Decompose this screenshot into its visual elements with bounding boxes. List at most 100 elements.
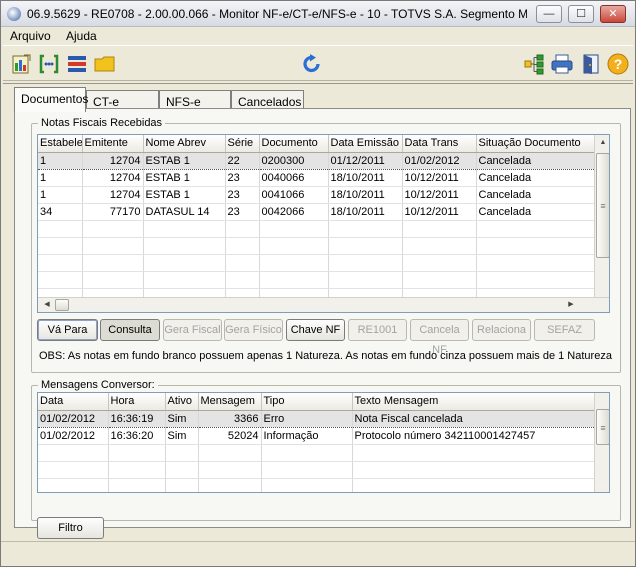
col-nome-abrev[interactable]: Nome Abrev	[143, 135, 226, 153]
cell: Informação	[261, 427, 353, 445]
cell: 1	[38, 151, 83, 170]
menu-arquivo[interactable]: Arquivo	[10, 29, 51, 43]
re1001-button[interactable]: RE1001	[348, 319, 407, 341]
scroll-up-arrow-icon[interactable]: ▲	[596, 137, 609, 149]
cell: 0040066	[259, 169, 329, 187]
cancela-nf-button[interactable]: Cancela NF	[410, 319, 469, 356]
mensagens-vertical-scrollbar[interactable]: ≡	[594, 393, 609, 492]
empty-row	[38, 237, 595, 255]
obs-note: OBS: As notas em fundo branco possuem ap…	[39, 350, 612, 362]
cell: 22	[225, 151, 260, 170]
cell: 12704	[82, 151, 144, 170]
cell: 12704	[82, 169, 144, 187]
cell: 0041066	[259, 186, 329, 204]
report-icon[interactable]	[11, 53, 33, 75]
table-row[interactable]: 1 12704 ESTAB 1 22 0200300 01/12/2011 01…	[38, 151, 595, 170]
empty-row	[38, 220, 595, 238]
col-texto-mensagem[interactable]: Texto Mensagem	[352, 393, 595, 411]
cell: Erro	[261, 409, 353, 428]
scroll-left-arrow-icon[interactable]: ◀	[40, 299, 54, 311]
cell: 18/10/2011	[328, 169, 403, 187]
chave-nf-button[interactable]: Chave NF	[286, 319, 345, 341]
col-serie[interactable]: Série	[225, 135, 260, 153]
scroll-thumb[interactable]	[55, 299, 69, 311]
col-mensagem[interactable]: Mensagem	[198, 393, 262, 411]
notas-header-row: Estabelec Emitente Nome Abrev Série Docu…	[38, 135, 595, 153]
refresh-icon[interactable]	[301, 53, 323, 75]
cell: 1	[38, 186, 83, 204]
cell: 16:36:20	[108, 427, 166, 445]
gera-fiscal-button[interactable]: Gera Fiscal	[163, 319, 222, 341]
cell: 10/12/2011	[402, 186, 477, 204]
cell: 34	[38, 203, 83, 221]
cell: 16:36:19	[108, 409, 166, 428]
main-window: 06.9.5629 - RE0708 - 2.00.00.066 - Monit…	[0, 0, 636, 567]
cell: Cancelada	[476, 186, 595, 204]
cell: ESTAB 1	[143, 169, 226, 187]
col-data-trans[interactable]: Data Trans	[402, 135, 477, 153]
printer-icon[interactable]	[551, 53, 573, 75]
tab-documentos[interactable]: Documentos	[14, 87, 88, 112]
notas-horizontal-scrollbar[interactable]: ◀ ▶	[38, 297, 609, 312]
scroll-thumb[interactable]: ≡	[596, 153, 609, 258]
maximize-button[interactable]: ☐	[568, 5, 594, 23]
empty-row	[38, 461, 595, 479]
table-row[interactable]: 01/02/2012 16:36:19 Sim 3366 Erro Nota F…	[38, 409, 595, 428]
col-documento[interactable]: Documento	[259, 135, 329, 153]
col-data[interactable]: Data	[38, 393, 109, 411]
bracket-icon[interactable]	[38, 53, 60, 75]
cell: Sim	[165, 409, 199, 428]
col-data-emissao[interactable]: Data Emissão	[328, 135, 403, 153]
tree-icon[interactable]	[523, 53, 545, 75]
col-estabelec[interactable]: Estabelec	[38, 135, 83, 153]
empty-row	[38, 254, 595, 272]
col-tipo[interactable]: Tipo	[261, 393, 353, 411]
table-row[interactable]: 1 12704 ESTAB 1 23 0040066 18/10/2011 10…	[38, 169, 595, 187]
title-bar: 06.9.5629 - RE0708 - 2.00.00.066 - Monit…	[1, 1, 635, 27]
empty-row	[38, 478, 595, 492]
list-icon[interactable]	[66, 53, 88, 75]
table-row[interactable]: 01/02/2012 16:36:20 Sim 52024 Informação…	[38, 427, 595, 445]
relaciona-button[interactable]: Relaciona	[472, 319, 531, 341]
minimize-button[interactable]: —	[536, 5, 562, 23]
menu-ajuda[interactable]: Ajuda	[66, 29, 97, 43]
cell: DATASUL 14	[143, 203, 226, 221]
main-area: Documentos CT-e NFS-e Cancelados Notas F…	[3, 83, 633, 539]
cell: ESTAB 1	[143, 151, 226, 170]
cell: Nota Fiscal cancelada	[352, 409, 595, 428]
cell: 10/12/2011	[402, 169, 477, 187]
empty-row	[38, 271, 595, 289]
status-bar	[1, 541, 635, 566]
cell: 23	[225, 186, 260, 204]
sefaz-button[interactable]: SEFAZ	[534, 319, 595, 341]
col-emitente[interactable]: Emitente	[82, 135, 144, 153]
scroll-thumb[interactable]: ≡	[596, 409, 609, 445]
col-ativo[interactable]: Ativo	[165, 393, 199, 411]
cell: Cancelada	[476, 151, 595, 170]
cell: 10/12/2011	[402, 203, 477, 221]
toolbar: ?	[3, 45, 633, 81]
exit-door-icon[interactable]	[580, 53, 602, 75]
help-icon[interactable]: ?	[607, 53, 629, 75]
col-hora[interactable]: Hora	[108, 393, 166, 411]
scroll-right-arrow-icon[interactable]: ▶	[564, 299, 578, 311]
mensagens-grid[interactable]: Data Hora Ativo Mensagem Tipo Texto Mens…	[37, 392, 610, 493]
cell: Cancelada	[476, 169, 595, 187]
folder-icon[interactable]	[94, 53, 116, 75]
gera-fisico-button[interactable]: Gera Físico	[224, 319, 283, 341]
col-situacao[interactable]: Situação Documento	[476, 135, 595, 153]
table-row[interactable]: 1 12704 ESTAB 1 23 0041066 18/10/2011 10…	[38, 186, 595, 204]
empty-row	[38, 444, 595, 462]
close-button[interactable]: ✕	[600, 5, 626, 23]
table-row[interactable]: 34 77170 DATASUL 14 23 0042066 18/10/201…	[38, 203, 595, 221]
notas-vertical-scrollbar[interactable]: ▲ ≡	[594, 135, 609, 297]
cell: Protocolo número 342110001427457	[352, 427, 595, 445]
cell: 0042066	[259, 203, 329, 221]
mensagens-header-row: Data Hora Ativo Mensagem Tipo Texto Mens…	[38, 393, 595, 411]
cell: 52024	[198, 427, 262, 445]
notas-grid[interactable]: Estabelec Emitente Nome Abrev Série Docu…	[37, 134, 610, 313]
consulta-button[interactable]: Consulta	[100, 319, 160, 341]
filtro-button[interactable]: Filtro	[37, 517, 104, 539]
cell: 12704	[82, 186, 144, 204]
va-para-button[interactable]: Vá Para	[37, 319, 98, 341]
